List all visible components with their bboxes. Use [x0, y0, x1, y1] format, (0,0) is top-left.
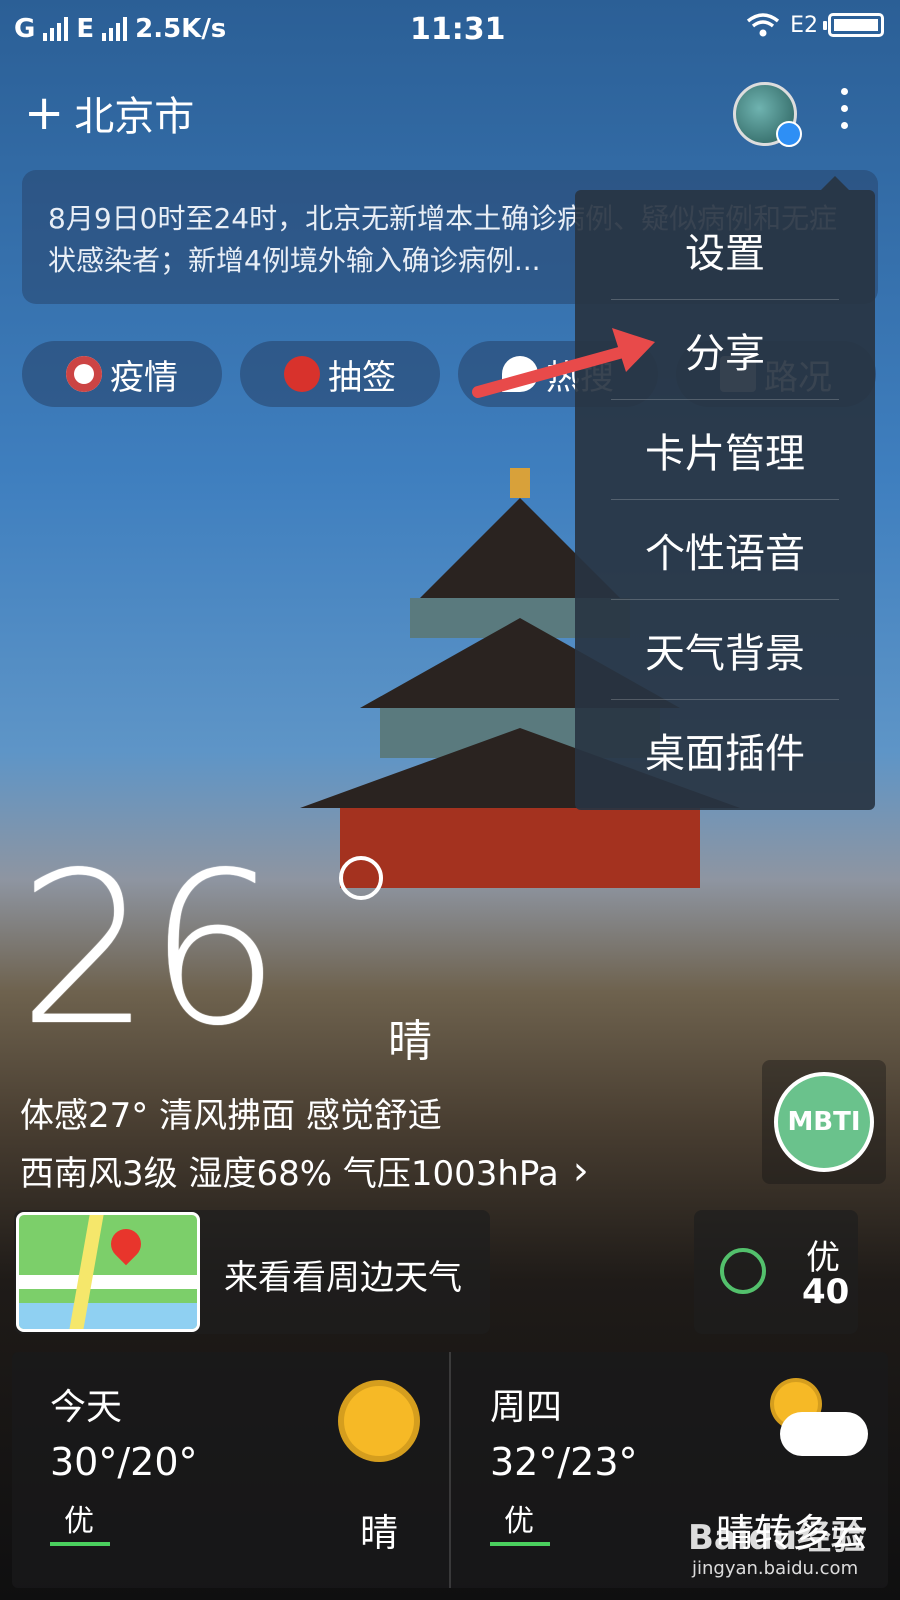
network-speed: 2.5K/s	[135, 14, 227, 44]
forecast-day: 周四	[490, 1387, 563, 1428]
status-left: G E 2.5K/s	[14, 14, 226, 44]
forecast-divider	[449, 1352, 451, 1588]
weather-app-screen: G E 2.5K/s 11:31 E2 + 北京市 8月9日0时至24时，北京无…	[0, 0, 900, 1600]
degree-symbol	[339, 856, 383, 900]
carrier-e: E	[76, 14, 95, 44]
forecast-aq-bar	[50, 1542, 110, 1546]
menu-item-voice[interactable]: 个性语音	[611, 500, 839, 600]
current-condition: 晴	[388, 1016, 432, 1067]
status-bar: G E 2.5K/s 11:31 E2	[0, 0, 900, 62]
city-name: 北京市	[74, 94, 195, 140]
forecast-condition: 晴	[360, 1511, 399, 1555]
forecast-aq: 优	[504, 1504, 534, 1539]
cloud-icon	[780, 1412, 868, 1456]
menu-item-card-management[interactable]: 卡片管理	[611, 400, 839, 500]
battery-icon	[823, 13, 884, 37]
fire-icon	[502, 356, 538, 392]
status-right: E2	[746, 12, 884, 38]
menu-item-widget[interactable]: 桌面插件	[611, 700, 839, 800]
chevron-right-icon: ›	[572, 1147, 589, 1194]
virus-icon	[66, 356, 102, 392]
city-selector[interactable]: + 北京市	[24, 84, 194, 142]
aqi-value: 40	[802, 1272, 850, 1312]
menu-item-background[interactable]: 天气背景	[611, 600, 839, 700]
network-type: E2	[790, 12, 818, 38]
location-pin-icon	[104, 1222, 148, 1266]
mbti-widget[interactable]: MBTI	[762, 1060, 886, 1184]
mbti-badge: MBTI	[774, 1072, 874, 1172]
fortune-icon	[284, 356, 320, 392]
nearby-weather-label: 来看看周边天气	[224, 1258, 462, 1298]
wifi-icon	[747, 13, 780, 37]
user-avatar[interactable]	[733, 82, 802, 147]
add-city-icon[interactable]: +	[24, 85, 64, 141]
menu-caret	[821, 176, 849, 190]
forecast-range: 30°/20°	[50, 1440, 198, 1484]
signal-icon	[43, 17, 69, 41]
feels-like-text: 体感27° 清风拂面 感觉舒适	[20, 1096, 442, 1136]
watermark-url: jingyan.baidu.com	[692, 1558, 859, 1579]
chip-label: 疫情	[110, 357, 178, 398]
chip-epidemic[interactable]: 疫情	[22, 341, 222, 407]
chip-fortune[interactable]: 抽签	[240, 341, 440, 407]
forecast-aq: 优	[64, 1504, 94, 1539]
chip-label: 抽签	[328, 357, 396, 398]
play-badge-icon	[776, 121, 802, 147]
forecast-day: 今天	[50, 1387, 123, 1428]
current-temperature: 26	[18, 827, 281, 1072]
wind-humidity-pressure: 西南风3级 湿度68% 气压1003hPa	[20, 1154, 559, 1194]
carrier-g: G	[14, 14, 36, 44]
menu-item-share[interactable]: 分享	[611, 300, 839, 400]
map-thumbnail-icon	[16, 1212, 200, 1332]
weather-details-link[interactable]: 西南风3级 湿度68% 气压1003hPa ›	[20, 1146, 589, 1195]
menu-item-settings[interactable]: 设置	[611, 200, 839, 300]
forecast-aq-bar	[490, 1542, 550, 1546]
signal-icon-2	[102, 17, 128, 41]
more-menu-icon[interactable]	[838, 88, 850, 129]
nearby-weather-card[interactable]: 来看看周边天气	[14, 1210, 490, 1334]
clock: 11:31	[410, 12, 506, 47]
forecast-range: 32°/23°	[490, 1440, 638, 1484]
air-quality-face-icon	[720, 1248, 766, 1294]
watermark-logo: Baidu经验	[688, 1518, 866, 1558]
overflow-menu: 设置 分享 卡片管理 个性语音 天气背景 桌面插件	[575, 176, 875, 810]
air-quality-card[interactable]: 优 40	[694, 1210, 858, 1334]
sun-icon	[344, 1386, 414, 1456]
